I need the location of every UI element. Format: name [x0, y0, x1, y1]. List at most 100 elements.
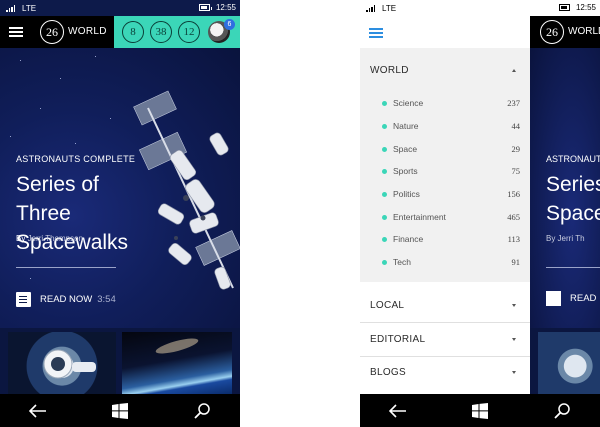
windows-logo-icon	[112, 402, 128, 419]
menu-item-count: 113	[507, 234, 520, 244]
bullet-dot-icon	[382, 192, 387, 197]
chevron-down-icon	[512, 371, 516, 374]
underlying-content-peek: 26 WORLD ASTRONAUTS C Series Spacew By J…	[530, 16, 600, 394]
article-title[interactable]: Series of Three Spacewalks	[16, 170, 156, 257]
article-kicker: ASTRONAUTS COMPLETE	[16, 154, 136, 164]
menu-section-editorial[interactable]: EDITORIAL	[360, 324, 530, 354]
astronaut-thumbnail[interactable]	[8, 332, 116, 394]
section-title: WORLD	[68, 26, 107, 37]
hamburger-menu-icon[interactable]	[369, 28, 383, 38]
bullet-dot-icon	[382, 124, 387, 129]
date-badge: 26	[40, 20, 64, 44]
menu-item-count: 237	[507, 98, 520, 108]
network-type: LTE	[22, 3, 37, 13]
astronaut-thumbnail	[538, 332, 600, 394]
bullet-dot-icon	[382, 237, 387, 242]
clock: 12:55	[215, 3, 236, 12]
menu-item-count: 91	[511, 257, 521, 267]
menu-item-count: 44	[511, 121, 521, 131]
search-button[interactable]	[542, 394, 582, 427]
menu-item-count: 75	[511, 166, 521, 176]
windows-logo-icon	[472, 402, 488, 419]
astronaut-image	[43, 349, 96, 379]
stat-badge[interactable]: 12	[178, 21, 200, 43]
clock: 12:55	[575, 3, 596, 12]
bullet-dot-icon	[382, 260, 387, 265]
chevron-down-icon	[512, 338, 516, 341]
system-nav-bar	[360, 394, 600, 427]
date-badge: 26	[540, 20, 564, 44]
menu-section-local[interactable]: LOCAL	[360, 290, 530, 320]
back-arrow-icon	[389, 403, 406, 418]
app-screen-article: LTE 12:55 26 WORLD 8 38 12 6 ASTRONAUTS …	[0, 0, 240, 427]
earth-galaxy-thumbnail[interactable]	[122, 332, 232, 394]
menu-section-label: LOCAL	[370, 300, 405, 311]
menu-section-world[interactable]: WORLD	[360, 52, 530, 80]
bullet-dot-icon	[382, 101, 387, 106]
search-button[interactable]	[182, 394, 222, 427]
status-bar: LTE 12:55	[360, 0, 600, 16]
menu-sections-list: LOCAL EDITORIAL BLOGS	[360, 282, 530, 394]
galaxy-image	[155, 338, 199, 354]
status-bar: LTE 12:55	[0, 0, 240, 16]
menu-item-science[interactable]: Science 237	[360, 93, 530, 113]
menu-section-label: WORLD	[370, 65, 409, 76]
network-type: LTE	[382, 3, 397, 13]
menu-item-label: Tech	[393, 257, 411, 267]
article-kicker: ASTRONAUTS C	[546, 154, 600, 164]
battery-icon	[559, 4, 572, 11]
start-button[interactable]	[100, 394, 140, 427]
thumbnail-strip	[0, 328, 240, 394]
back-arrow-icon	[29, 403, 46, 418]
bullet-dot-icon	[382, 215, 387, 220]
menu-item-sports[interactable]: Sports 75	[360, 161, 530, 181]
app-screen-menu-open: LTE 12:55 26 WORLD ASTRONAUTS C Series S…	[360, 0, 600, 427]
article-byline: By Jerri Th	[546, 234, 585, 243]
menu-item-tech[interactable]: Tech 91	[360, 252, 530, 272]
hero-article[interactable]: ASTRONAUTS COMPLETE Series of Three Spac…	[0, 48, 240, 328]
title-line: Spacew	[546, 202, 600, 225]
divider	[16, 267, 116, 268]
menu-section-blogs[interactable]: BLOGS	[360, 357, 530, 387]
menu-item-label: Space	[393, 144, 418, 154]
menu-item-entertainment[interactable]: Entertainment 465	[360, 207, 530, 227]
read-now-button[interactable]: READ NOW 3:54	[16, 291, 116, 307]
read-now-button: READ	[546, 291, 596, 306]
menu-section-label: BLOGS	[370, 367, 406, 378]
start-button[interactable]	[460, 394, 500, 427]
divider	[546, 267, 600, 268]
system-nav-bar	[0, 394, 240, 427]
menu-header	[360, 16, 530, 48]
article-byline: By Jerri Thompson	[16, 234, 83, 243]
back-button[interactable]	[378, 394, 418, 427]
hamburger-menu-icon[interactable]	[9, 27, 23, 37]
read-now-label: READ NOW	[40, 293, 93, 305]
back-button[interactable]	[18, 394, 58, 427]
author-name[interactable]: Jerri Thompson	[28, 234, 83, 243]
menu-item-label: Nature	[393, 121, 419, 131]
menu-item-space[interactable]: Space 29	[360, 139, 530, 159]
read-duration: 3:54	[97, 293, 116, 305]
stat-badge[interactable]: 38	[150, 21, 172, 43]
menu-item-finance[interactable]: Finance 113	[360, 229, 530, 249]
menu-item-label: Sports	[393, 166, 418, 176]
read-now-label: READ	[570, 293, 597, 304]
menu-item-label: Politics	[393, 189, 420, 199]
bullet-dot-icon	[382, 169, 387, 174]
menu-item-label: Entertainment	[393, 212, 446, 222]
search-icon	[554, 402, 570, 419]
stats-strip: 8 38 12 6	[114, 16, 240, 48]
stat-badge[interactable]: 8	[122, 21, 144, 43]
app-header: 26 WORLD 8 38 12 6	[0, 16, 240, 48]
notification-badge: 6	[224, 19, 235, 30]
menu-item-nature[interactable]: Nature 44	[360, 116, 530, 136]
signal-icon	[366, 4, 376, 12]
menu-item-politics[interactable]: Politics 156	[360, 184, 530, 204]
divider	[360, 322, 530, 323]
article-title: Series Spacew	[546, 170, 600, 228]
byline-prefix: By	[16, 234, 26, 243]
document-icon	[546, 291, 561, 306]
menu-item-label: Finance	[393, 234, 424, 244]
navigation-menu: WORLD Science 237 Nature 44 Space 29 Spo…	[360, 16, 530, 394]
search-icon	[194, 402, 210, 419]
